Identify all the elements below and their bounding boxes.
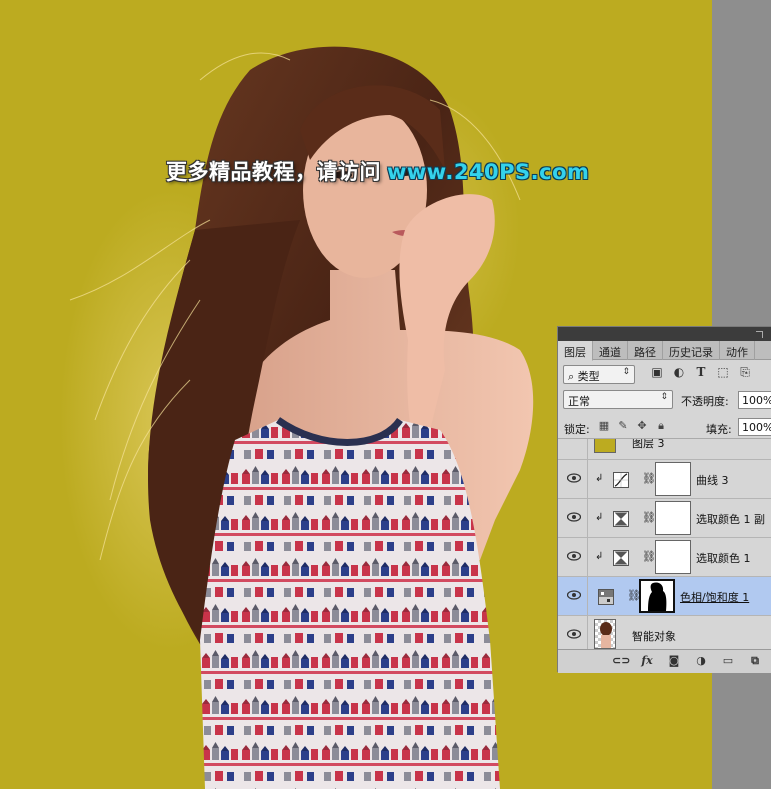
filter-label: 类型 xyxy=(577,370,600,383)
fill-label: 填充: xyxy=(706,423,732,436)
layer-row[interactable]: ↲ ⛓ 选取颜色 1 xyxy=(558,538,771,577)
adjustment-icon[interactable]: ◑ xyxy=(693,654,709,668)
clipping-arrow-icon: ↲ xyxy=(595,551,604,562)
chain-link-icon[interactable]: ⛓ xyxy=(642,472,656,485)
layer-list[interactable]: 图层 3 ↲ ⛓ 曲线 3 ↲ ⛓ 选取颜色 1 副 ↲ ⛓ 选取颜色 1 ⛓ … xyxy=(558,439,771,649)
smart-object-icon xyxy=(594,619,616,649)
curves-icon xyxy=(613,472,629,488)
adjustment-filter-icon[interactable]: ◐ xyxy=(672,365,686,379)
blend-mode-value: 正常 xyxy=(568,395,590,408)
footer-icons: ⊂⊃ fx ◙ ◑ ▭ ⧉ xyxy=(612,654,763,668)
visibility-toggle[interactable] xyxy=(558,439,588,460)
layer-row[interactable]: ↲ ⛓ 曲线 3 xyxy=(558,460,771,499)
visibility-toggle[interactable] xyxy=(558,577,588,616)
add-mask-icon[interactable]: ◙ xyxy=(666,654,682,668)
layer-name: 选取颜色 1 副 xyxy=(696,513,765,526)
smart-object-filter-icon[interactable]: ⎘ xyxy=(738,365,752,379)
hue-saturation-icon xyxy=(598,589,614,605)
panel-tabs: 图层 通道 路径 历史记录 动作 xyxy=(558,341,771,361)
group-icon[interactable]: ▭ xyxy=(720,654,736,668)
fx-icon[interactable]: fx xyxy=(639,654,655,668)
opacity-input[interactable]: 100% xyxy=(738,391,771,409)
silhouette-mask-icon xyxy=(648,582,667,611)
eye-icon xyxy=(567,473,581,483)
pixel-filter-icon[interactable]: ▣ xyxy=(650,365,664,379)
tab-channels[interactable]: 通道 xyxy=(593,341,628,360)
visibility-toggle[interactable] xyxy=(558,460,588,499)
tab-history[interactable]: 历史记录 xyxy=(663,341,720,360)
lock-row: 锁定: ▦ ✎ ✥ 🔒︎ 填充: 100% xyxy=(558,415,771,439)
lock-all-icon[interactable]: 🔒︎ xyxy=(655,420,667,432)
tab-actions[interactable]: 动作 xyxy=(720,341,755,360)
new-layer-icon[interactable]: ⧉ xyxy=(747,654,763,668)
layer-thumbnail xyxy=(594,439,616,453)
layer-row[interactable]: 智能对象 xyxy=(558,616,771,649)
layer-name: 选取颜色 1 xyxy=(696,552,751,565)
layer-filter-select[interactable]: ⌕ 类型 ⇕ xyxy=(563,365,635,384)
layer-name: 图层 3 xyxy=(632,439,665,450)
visibility-toggle[interactable] xyxy=(558,538,588,577)
layer-name: 智能对象 xyxy=(632,630,676,643)
tab-paths[interactable]: 路径 xyxy=(628,341,663,360)
shape-filter-icon[interactable]: ⬚ xyxy=(716,365,730,379)
eye-icon xyxy=(567,629,581,639)
lock-transparency-icon[interactable]: ▦ xyxy=(598,420,610,432)
watermark-text: 更多精品教程，请访问 www.240PS.com xyxy=(166,156,589,186)
visibility-toggle[interactable] xyxy=(558,616,588,649)
filter-row: ⌕ 类型 ⇕ ▣ ◐ T ⬚ ⎘ xyxy=(558,361,771,387)
link-layers-icon[interactable]: ⊂⊃ xyxy=(612,654,630,668)
selective-color-icon xyxy=(613,550,629,566)
layer-name: 曲线 3 xyxy=(696,474,729,487)
layer-mask-thumbnail[interactable] xyxy=(655,540,691,574)
layer-row[interactable]: ↲ ⛓ 选取颜色 1 副 xyxy=(558,499,771,538)
lock-icons: ▦ ✎ ✥ 🔒︎ xyxy=(598,420,667,432)
layer-mask-thumbnail[interactable] xyxy=(639,579,675,613)
layer-row-selected[interactable]: ⛓ 色相/饱和度 1 xyxy=(558,577,771,616)
search-icon: ⌕ xyxy=(568,370,578,383)
layer-name: 色相/饱和度 1 xyxy=(680,591,750,604)
type-filter-icon[interactable]: T xyxy=(694,365,708,379)
panel-footer: ⊂⊃ fx ◙ ◑ ▭ ⧉ xyxy=(558,649,771,673)
visibility-toggle[interactable] xyxy=(558,499,588,538)
layer-mask-thumbnail[interactable] xyxy=(655,462,691,496)
lock-position-icon[interactable]: ✥ xyxy=(636,420,648,432)
blend-mode-select[interactable]: 正常 ⇕ xyxy=(563,390,673,409)
clipping-arrow-icon: ↲ xyxy=(595,473,604,484)
watermark-cn: 更多精品教程，请访问 xyxy=(166,160,381,184)
blend-row: 正常 ⇕ 不透明度: 100% xyxy=(558,387,771,413)
tab-layers[interactable]: 图层 xyxy=(558,341,593,361)
fill-input[interactable]: 100% xyxy=(738,418,771,436)
eye-icon xyxy=(567,590,581,600)
chain-link-icon[interactable]: ⛓ xyxy=(642,550,656,563)
clipping-arrow-icon: ↲ xyxy=(595,512,604,523)
panel-title-bar[interactable] xyxy=(558,327,771,341)
opacity-label: 不透明度: xyxy=(681,395,729,408)
eye-icon xyxy=(567,551,581,561)
filter-icons: ▣ ◐ T ⬚ ⎘ xyxy=(650,365,752,379)
lock-label: 锁定: xyxy=(564,423,590,436)
layer-row[interactable]: 图层 3 xyxy=(558,439,771,460)
chain-link-icon[interactable]: ⛓ xyxy=(642,511,656,524)
layers-panel: 图层 通道 路径 历史记录 动作 ⌕ 类型 ⇕ ▣ ◐ T ⬚ ⎘ 正常 ⇕ 不… xyxy=(557,326,771,673)
updown-arrow-icon: ⇕ xyxy=(660,392,668,402)
updown-arrow-icon: ⇕ xyxy=(622,367,630,377)
selective-color-icon xyxy=(613,511,629,527)
eye-icon xyxy=(567,512,581,522)
watermark-url: www.240PS.com xyxy=(387,160,590,184)
lock-paint-icon[interactable]: ✎ xyxy=(617,420,629,432)
layer-mask-thumbnail[interactable] xyxy=(655,501,691,535)
